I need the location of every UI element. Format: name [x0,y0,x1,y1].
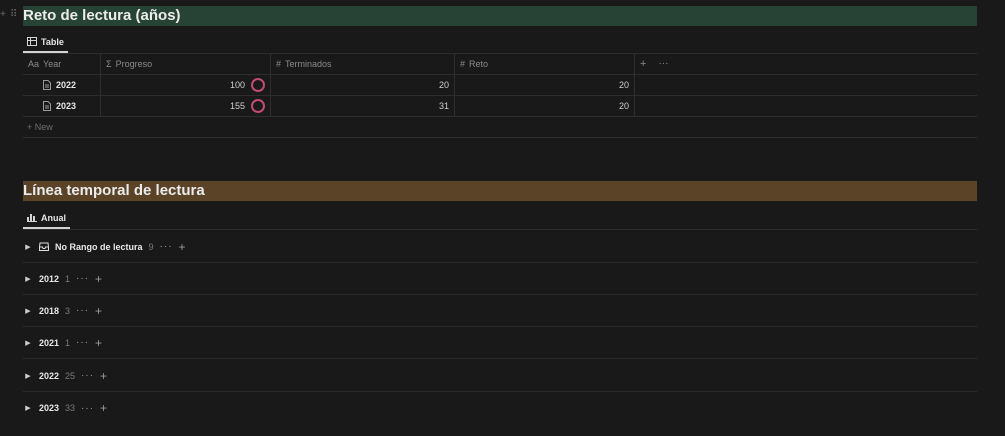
progreso-value: 155 [229,101,245,111]
group-row[interactable]: ▶ 2022 25 ··· + [23,360,977,392]
group-row[interactable]: ▶ 2023 33 ··· + [23,392,977,424]
group-name: 2018 [39,305,60,316]
terminados-cell[interactable]: 20 [271,75,455,95]
page-title: Reto de lectura (años) [23,7,181,24]
add-icon[interactable]: + [95,336,103,350]
row-title: 2022 [56,80,77,90]
column-label: Year [43,59,62,69]
group-row[interactable]: ▶ No Rango de lectura 9 ··· + [23,231,977,263]
group-count: 1 [65,337,71,348]
row-title: 2023 [56,101,77,111]
more-options-icon[interactable]: ··· [76,273,89,284]
more-options-icon[interactable]: ··· [81,403,94,414]
section-banner-linea: Línea temporal de lectura [23,181,977,201]
group-count: 3 [65,305,71,316]
more-options-icon[interactable]: ··· [160,241,173,252]
add-block-icon[interactable]: + [0,9,6,21]
column-label: Progreso [115,59,153,69]
tab-table[interactable]: Table [23,32,68,53]
group-name: 2022 [39,370,60,381]
more-options-icon[interactable]: ··· [658,54,668,74]
group-name: 2021 [39,337,60,348]
group-name: 2012 [39,273,60,284]
number-property-icon: # [460,59,466,69]
reto-cell[interactable]: 20 [455,96,635,116]
progress-ring-icon [251,98,265,113]
plus-icon: + [27,122,33,132]
section-banner-reto: Reto de lectura (años) [23,6,977,26]
group-count: 1 [65,273,71,284]
caret-right-icon[interactable]: ▶ [23,404,33,412]
number-property-icon: # [276,59,282,69]
table-header-row: Aa Year Σ Progreso # Terminados # Reto +… [23,54,977,75]
year-cell[interactable]: 2022 [23,75,101,95]
inbox-icon [39,242,49,251]
group-row[interactable]: ▶ 2021 1 ··· + [23,327,977,359]
add-icon[interactable]: + [100,369,108,383]
formula-icon: Σ [106,59,112,69]
column-label: Reto [469,59,489,69]
page-icon [43,80,51,90]
more-options-icon[interactable]: ··· [76,337,89,348]
reading-challenge-table: Aa Year Σ Progreso # Terminados # Reto +… [23,54,977,138]
more-options-icon[interactable]: ··· [81,370,94,381]
header-actions: + ··· [635,54,695,74]
terminados-cell[interactable]: 31 [271,96,455,116]
progreso-cell[interactable]: 155 [101,96,271,116]
group-row[interactable]: ▶ 2018 3 ··· + [23,295,977,327]
new-row-button[interactable]: + New [23,117,977,138]
progreso-cell[interactable]: 100 [101,75,271,95]
add-icon[interactable]: + [100,401,108,415]
add-icon[interactable]: + [95,304,103,318]
progress-ring-icon [251,77,265,92]
group-name: No Rango de lectura [55,241,143,252]
column-header-year[interactable]: Aa Year [23,54,101,74]
column-header-reto[interactable]: # Reto [455,54,635,74]
section-title: Línea temporal de lectura [23,182,205,199]
text-property-icon: Aa [28,59,40,69]
tab-anual[interactable]: Anual [23,208,71,229]
column-label: Terminados [285,59,332,69]
view-tabbar: Anual [23,208,977,230]
bar-chart-icon [27,213,37,222]
progreso-value: 100 [229,80,245,90]
group-count: 9 [148,241,154,252]
group-row[interactable]: ▶ 2012 1 ··· + [23,263,977,295]
add-icon[interactable]: + [179,240,187,254]
more-options-icon[interactable]: ··· [76,305,89,316]
view-tabbar: Table [23,32,977,54]
add-property-icon[interactable]: + [640,54,646,74]
group-name: 2023 [39,403,60,413]
tab-label: Table [41,36,64,47]
reto-cell[interactable]: 20 [455,75,635,95]
add-icon[interactable]: + [95,272,103,286]
caret-right-icon[interactable]: ▶ [23,243,33,251]
caret-right-icon[interactable]: ▶ [23,372,33,380]
caret-right-icon[interactable]: ▶ [23,275,33,283]
year-cell[interactable]: 2023 [23,96,101,116]
column-header-progreso[interactable]: Σ Progreso [101,54,271,74]
table-icon [27,37,37,46]
table-row[interactable]: 2022 100 20 20 [23,75,977,96]
page-icon [43,101,51,111]
caret-right-icon[interactable]: ▶ [23,339,33,347]
table-row[interactable]: 2023 155 31 20 [23,96,977,117]
caret-right-icon[interactable]: ▶ [23,307,33,315]
group-count: 25 [65,370,76,381]
group-count: 33 [65,403,76,413]
tab-label: Anual [41,212,67,223]
column-header-terminados[interactable]: # Terminados [271,54,455,74]
new-label: New [34,122,53,132]
drag-handle-icon[interactable]: ⠿ [10,9,17,21]
